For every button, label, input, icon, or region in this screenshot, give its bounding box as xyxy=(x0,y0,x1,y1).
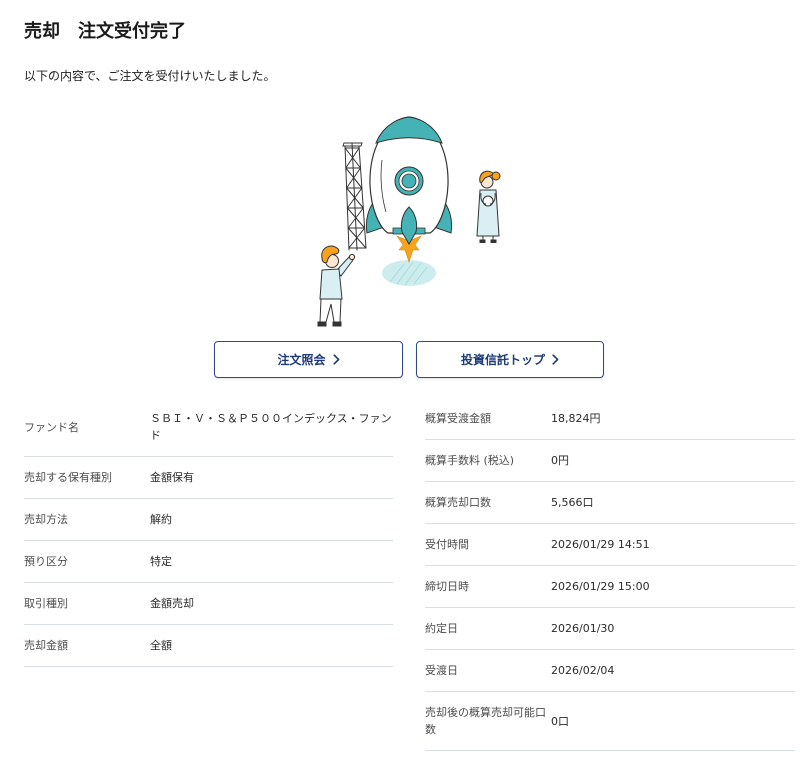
settlement-row-estimated-fee: 概算手数料 (税込) 0円 xyxy=(425,440,795,482)
settlement-value: 2026/01/30 xyxy=(551,622,615,635)
boy-hand xyxy=(348,253,356,261)
order-detail-value: ＳＢＩ・Ｖ・Ｓ＆Ｐ５００インデックス・ファンド xyxy=(150,412,392,442)
settlement-row-delivery-date: 受渡日 2026/02/04 xyxy=(425,650,795,692)
settlement-value: 5,566口 xyxy=(551,496,594,509)
order-detail-label: 売却方法 xyxy=(24,513,68,526)
settlement-value: 0口 xyxy=(551,714,569,728)
settlement-value: 18,824円 xyxy=(551,412,601,425)
order-detail-label: 預り区分 xyxy=(24,555,68,568)
boy-shirt xyxy=(319,268,343,300)
order-details-table: ファンド名 ＳＢＩ・Ｖ・Ｓ＆Ｐ５００インデックス・ファンド 売却する保有種別 金… xyxy=(24,398,393,667)
settlement-details-table: 概算受渡金額 18,824円 概算手数料 (税込) 0円 概算売却口数 5,56… xyxy=(425,398,795,751)
order-detail-row-trade-type: 取引種別 金額売却 xyxy=(24,583,393,625)
girl-left-shoe xyxy=(479,239,486,243)
order-detail-label: 取引種別 xyxy=(24,597,68,610)
order-detail-row-holding-type: 売却する保有種別 金額保有 xyxy=(24,457,393,499)
settlement-label: 概算受渡金額 xyxy=(425,412,491,425)
settlement-value: 2026/01/29 14:51 xyxy=(551,538,650,551)
chevron-right-icon xyxy=(552,354,559,365)
girl-figure xyxy=(476,170,501,243)
rocket-launch-illustration xyxy=(317,116,501,327)
settlement-label: 売却後の概算売却可能口数 xyxy=(425,706,546,736)
order-detail-value: 特定 xyxy=(150,555,172,568)
scaffold-left-post xyxy=(344,145,350,251)
settlement-value: 0円 xyxy=(551,454,569,467)
order-detail-row-fund-name: ファンド名 ＳＢＩ・Ｖ・Ｓ＆Ｐ５００インデックス・ファンド xyxy=(24,398,393,457)
order-detail-value: 金額保有 xyxy=(150,471,194,484)
settlement-label: 受付時間 xyxy=(425,538,469,551)
order-detail-row-sell-amount: 売却金額 全額 xyxy=(24,625,393,667)
scaffold-right-post xyxy=(358,145,367,249)
settlement-label: 締切日時 xyxy=(425,580,469,593)
order-detail-label: ファンド名 xyxy=(24,420,79,434)
settlement-row-execution-date: 約定日 2026/01/30 xyxy=(425,608,795,650)
fund-top-button-label: 投資信託トップ xyxy=(460,353,545,367)
girl-held-object xyxy=(482,195,494,207)
boy-right-shoe xyxy=(332,321,342,327)
launch-shadow xyxy=(382,260,436,286)
order-detail-value: 全額 xyxy=(150,639,172,652)
settlement-value: 2026/01/29 15:00 xyxy=(551,580,650,593)
order-detail-label: 売却する保有種別 xyxy=(24,471,112,484)
girl-hair-bun xyxy=(491,171,501,181)
chevron-right-icon-stroke xyxy=(552,354,559,365)
boy-figure xyxy=(317,245,356,327)
chevron-right-icon xyxy=(332,354,339,365)
boy-pants xyxy=(319,298,342,323)
order-detail-row-account-type: 預り区分 特定 xyxy=(24,541,393,583)
order-inquiry-button-label: 注文照会 xyxy=(277,353,326,367)
settlement-value: 2026/02/04 xyxy=(551,664,615,677)
settlement-row-remaining-sellable-units: 売却後の概算売却可能口数 0口 xyxy=(425,692,795,751)
boy-left-shoe xyxy=(317,321,327,327)
page-title: 売却 注文受付完了 xyxy=(24,21,186,42)
settlement-label: 概算手数料 (税込) xyxy=(425,454,515,467)
order-detail-label: 売却金額 xyxy=(24,639,68,652)
order-detail-value: 金額売却 xyxy=(150,597,194,610)
order-inquiry-button[interactable]: 注文照会 xyxy=(214,341,403,378)
settlement-label: 受渡日 xyxy=(425,664,458,677)
settlement-row-received-time: 受付時間 2026/01/29 14:51 xyxy=(425,524,795,566)
fund-top-button[interactable]: 投資信託トップ xyxy=(416,341,604,378)
settlement-row-estimated-delivery-amount: 概算受渡金額 18,824円 xyxy=(425,398,795,440)
order-detail-value: 解約 xyxy=(150,513,172,526)
settlement-row-estimated-units: 概算売却口数 5,566口 xyxy=(425,482,795,524)
scaffold-tower xyxy=(342,142,367,251)
settlement-row-deadline: 締切日時 2026/01/29 15:00 xyxy=(425,566,795,608)
settlement-label: 約定日 xyxy=(425,622,458,635)
chevron-right-icon-stroke xyxy=(332,354,339,365)
girl-right-shoe xyxy=(490,239,497,243)
order-detail-row-sell-method: 売却方法 解約 xyxy=(24,499,393,541)
rocket-porthole-glass xyxy=(401,173,417,189)
completion-message: 以下の内容で、ご注文を受付けいたしました。 xyxy=(24,69,276,83)
settlement-label: 概算売却口数 xyxy=(425,496,491,509)
